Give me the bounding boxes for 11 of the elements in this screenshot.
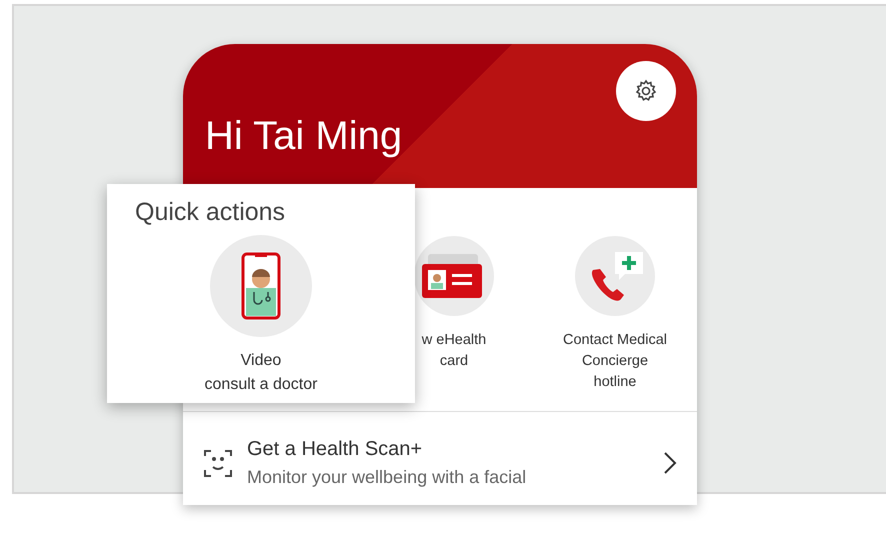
chevron-right-icon[interactable] (663, 451, 677, 475)
doctor-phone-icon (241, 252, 281, 320)
popup-title: Quick actions (135, 198, 286, 227)
face-scan-icon (203, 448, 233, 478)
gear-icon (634, 79, 658, 103)
action-label: w eHealth card (422, 331, 486, 371)
list-item-subtitle: Monitor your wellbeing with a facial (247, 467, 528, 488)
greeting-title: Hi Tai Ming (205, 113, 404, 160)
list-item-title[interactable]: Get a Health Scan+ (247, 438, 649, 461)
action-label: Video consult a doctor (204, 351, 318, 395)
action-label: Contact Medical Concierge hotline (563, 331, 667, 392)
